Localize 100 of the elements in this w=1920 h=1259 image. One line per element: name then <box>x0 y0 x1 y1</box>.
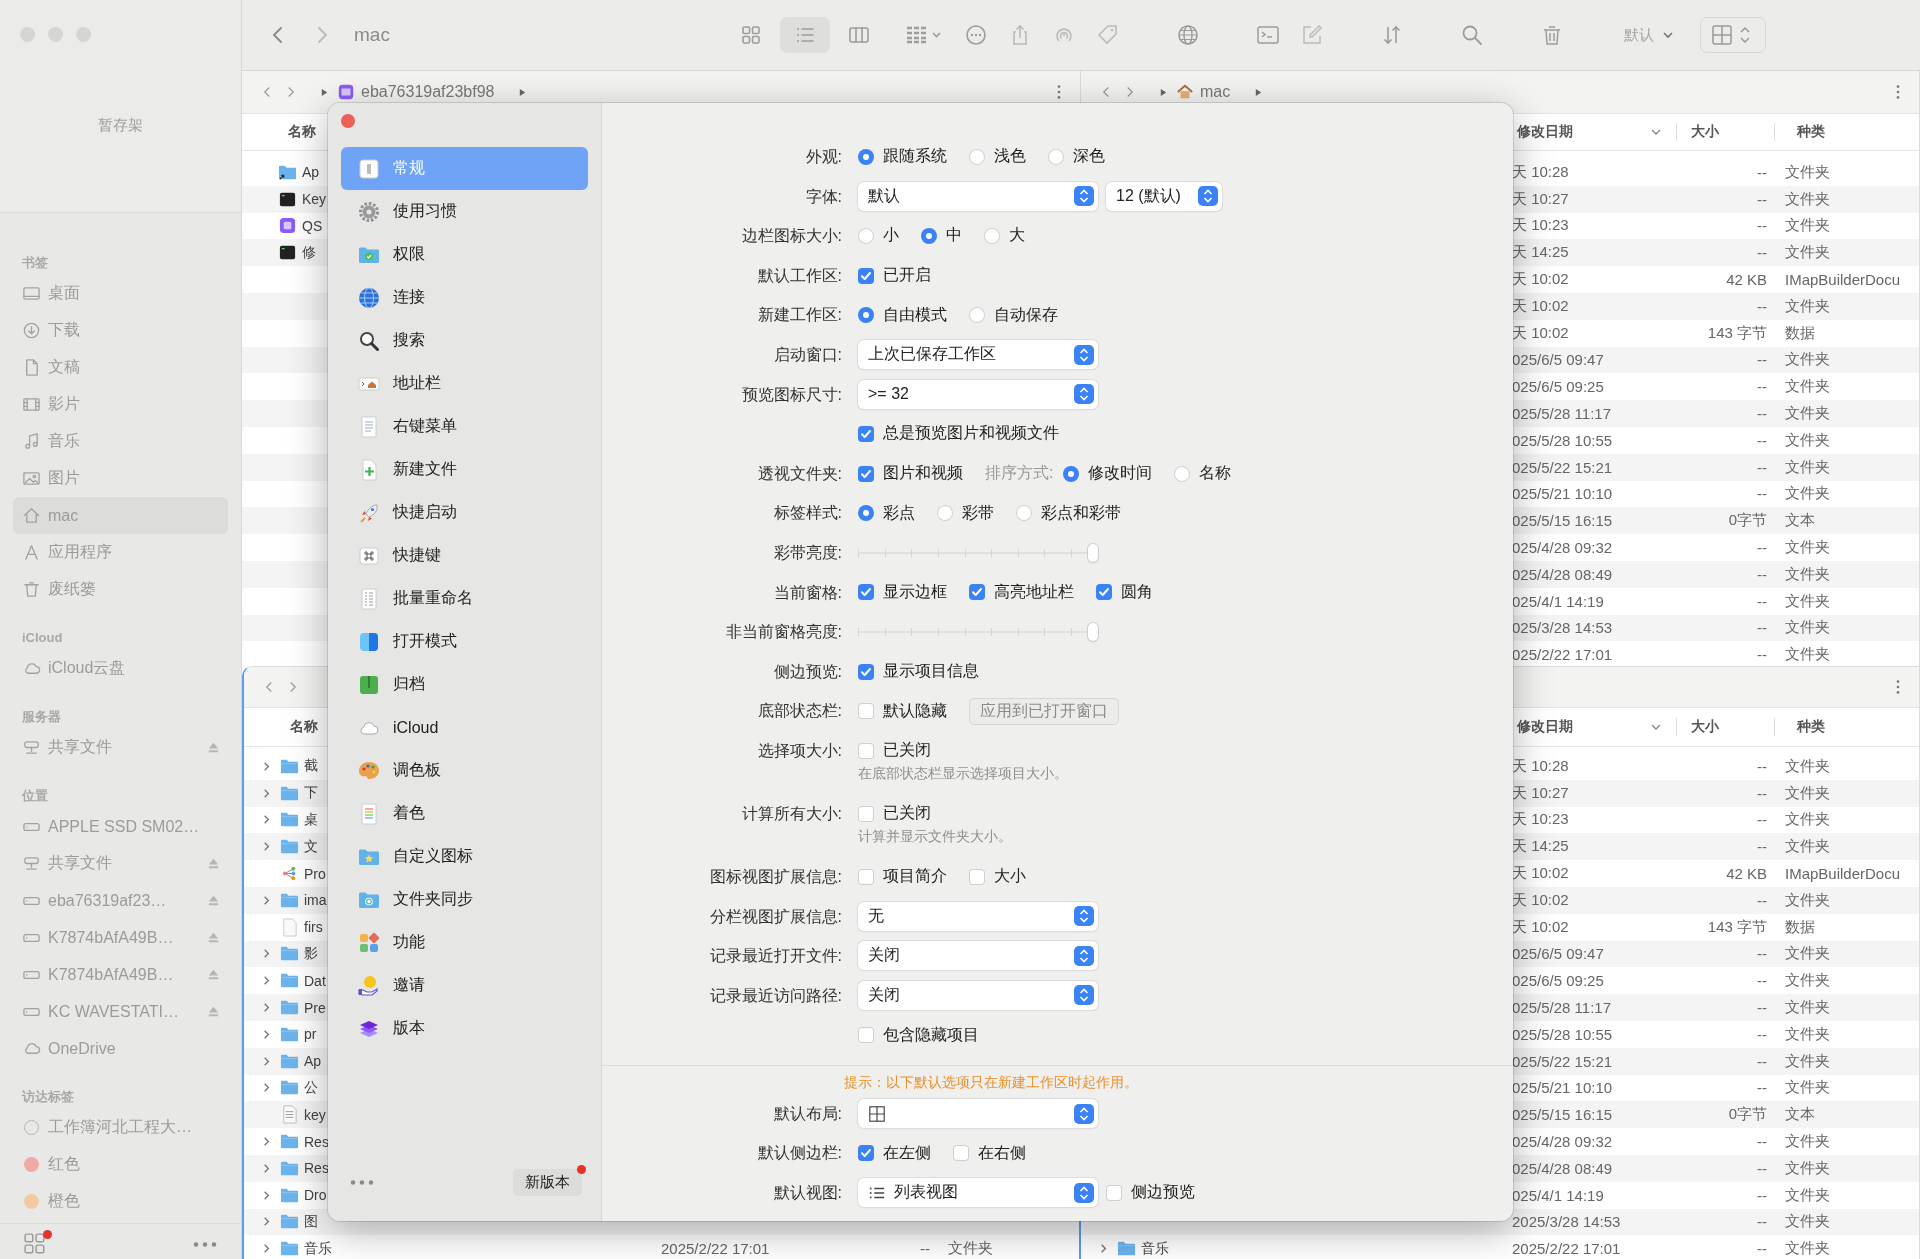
chevron-icon[interactable] <box>261 1082 272 1094</box>
option-label[interactable]: 小 <box>883 225 899 247</box>
settings-tab[interactable]: 右键菜单 <box>341 405 588 448</box>
dropdown[interactable]: 关闭 <box>858 981 1098 1010</box>
file-name[interactable]: 桌 <box>304 811 318 829</box>
radio-button[interactable] <box>1016 505 1032 522</box>
chevron-icon[interactable] <box>261 1002 272 1014</box>
slider-track[interactable] <box>858 621 1098 642</box>
file-name[interactable]: 下 <box>304 784 318 803</box>
option-label[interactable]: 修改时间 <box>1088 463 1153 485</box>
column-header[interactable]: 名称 <box>290 718 318 736</box>
settings-tab[interactable]: 打开模式 <box>341 620 588 663</box>
option-label[interactable]: 彩点和彩带 <box>1041 502 1121 524</box>
column-header[interactable]: 种类 <box>1774 123 1825 141</box>
more-icon[interactable] <box>350 1178 374 1186</box>
more-icon[interactable] <box>963 23 988 47</box>
settings-tab[interactable]: 地址栏 <box>341 362 588 405</box>
settings-tab[interactable]: 邀请 <box>341 964 588 1007</box>
option-label[interactable]: 名称 <box>1199 463 1232 485</box>
triangle-icon[interactable] <box>320 87 329 97</box>
path-item[interactable]: eba76319af23bf98 <box>361 83 495 101</box>
checkbox[interactable] <box>969 584 985 601</box>
settings-tab[interactable]: 搜索 <box>341 319 588 362</box>
file-name[interactable]: Pre <box>304 999 326 1016</box>
dropdown[interactable]: 上次已保存工作区 <box>858 340 1098 370</box>
triangle-icon[interactable] <box>518 87 528 97</box>
radio-button[interactable] <box>858 228 874 244</box>
chevron-icon[interactable] <box>261 1216 272 1228</box>
checkbox[interactable] <box>858 663 874 680</box>
file-name[interactable]: 截 <box>304 757 318 776</box>
checkbox-label[interactable]: 默认隐藏 <box>883 700 947 722</box>
checkbox-label[interactable]: 大小 <box>994 866 1026 888</box>
dropdown[interactable]: 默认 <box>858 181 1098 211</box>
checkbox-label[interactable]: 总是预览图片和视频文件 <box>883 423 1059 445</box>
radio-button[interactable] <box>969 307 985 324</box>
dropdown[interactable]: 列表视图 <box>858 1178 1098 1208</box>
checkbox[interactable] <box>858 267 874 284</box>
more-icon[interactable] <box>193 1240 217 1248</box>
chevron-icon[interactable] <box>261 1243 272 1255</box>
dropdown[interactable]: 12 (默认) <box>1106 181 1222 211</box>
file-name[interactable]: Dro <box>304 1187 327 1204</box>
file-name[interactable]: ima <box>304 892 327 909</box>
file-name[interactable]: QS <box>302 218 323 234</box>
checkbox-label[interactable]: 图片和视频 <box>883 463 963 485</box>
file-name[interactable]: Ap <box>302 164 320 181</box>
checkbox[interactable] <box>1106 1184 1122 1201</box>
chevron-icon[interactable] <box>261 1162 272 1174</box>
eject-icon[interactable] <box>207 1005 220 1018</box>
terminal-icon[interactable] <box>1255 23 1280 47</box>
checkbox-label[interactable]: 显示边框 <box>883 581 947 603</box>
file-name[interactable]: firs <box>304 919 323 936</box>
view-button[interactable] <box>779 17 830 53</box>
file-name[interactable]: Res <box>304 1160 329 1177</box>
chevron-icon[interactable] <box>261 814 272 826</box>
radio-button[interactable] <box>1063 465 1080 482</box>
option-label[interactable]: 彩点 <box>883 502 915 524</box>
file-name[interactable]: Key <box>302 191 327 208</box>
eject-icon[interactable] <box>207 894 220 907</box>
settings-tab[interactable]: 权限 <box>341 233 588 276</box>
settings-tab[interactable]: 功能 <box>341 921 588 964</box>
checkbox[interactable] <box>858 742 874 759</box>
checkbox[interactable] <box>858 425 874 442</box>
chevron-icon[interactable] <box>261 841 272 853</box>
radio-button[interactable] <box>858 307 874 324</box>
checkbox[interactable] <box>858 868 874 885</box>
eject-icon[interactable] <box>207 741 220 754</box>
chevron-icon[interactable] <box>261 760 272 772</box>
settings-tab[interactable]: 快捷启动 <box>341 491 588 534</box>
checkbox[interactable] <box>858 584 874 601</box>
column-header[interactable]: 大小 <box>1676 123 1719 141</box>
file-name[interactable]: 影 <box>304 944 318 963</box>
globe-icon[interactable] <box>1175 23 1200 47</box>
checkbox-label[interactable]: 高亮地址栏 <box>994 581 1074 603</box>
chevron-icon[interactable] <box>1098 1243 1109 1255</box>
checkbox-label[interactable]: 在左侧 <box>883 1142 931 1164</box>
new-version-button[interactable]: 新版本 <box>513 1168 582 1196</box>
checkbox-label[interactable]: 已关闭 <box>883 803 931 825</box>
file-name[interactable]: 公 <box>304 1078 318 1097</box>
checkbox[interactable] <box>858 1145 874 1162</box>
settings-tab[interactable]: 调色板 <box>341 749 588 792</box>
column-header[interactable]: 修改日期 <box>1517 123 1573 141</box>
radio-button[interactable] <box>1174 465 1191 482</box>
file-name[interactable]: Ap <box>304 1053 322 1070</box>
checkbox[interactable] <box>1096 584 1112 601</box>
column-header[interactable]: 名称 <box>288 123 316 141</box>
dropdown[interactable]: 关闭 <box>858 941 1098 971</box>
settings-tab[interactable]: iCloud <box>341 706 588 749</box>
chevron-icon[interactable] <box>261 1189 272 1201</box>
layout-button[interactable] <box>1699 17 1766 53</box>
column-header[interactable]: 修改日期 <box>1517 718 1573 736</box>
chevron-icon[interactable] <box>261 787 272 799</box>
tag-icon[interactable] <box>1095 23 1120 47</box>
settings-tab[interactable]: 归档 <box>341 663 588 706</box>
settings-tab[interactable]: 着色 <box>341 792 588 835</box>
file-name[interactable]: 音乐 <box>304 1239 332 1258</box>
option-label[interactable]: 自动保存 <box>994 304 1058 326</box>
settings-tab[interactable]: 自定义图标 <box>341 835 588 878</box>
radio-button[interactable] <box>858 505 874 522</box>
settings-tab[interactable]: 批量重命名 <box>341 577 588 620</box>
column-header[interactable]: 大小 <box>1676 718 1719 736</box>
